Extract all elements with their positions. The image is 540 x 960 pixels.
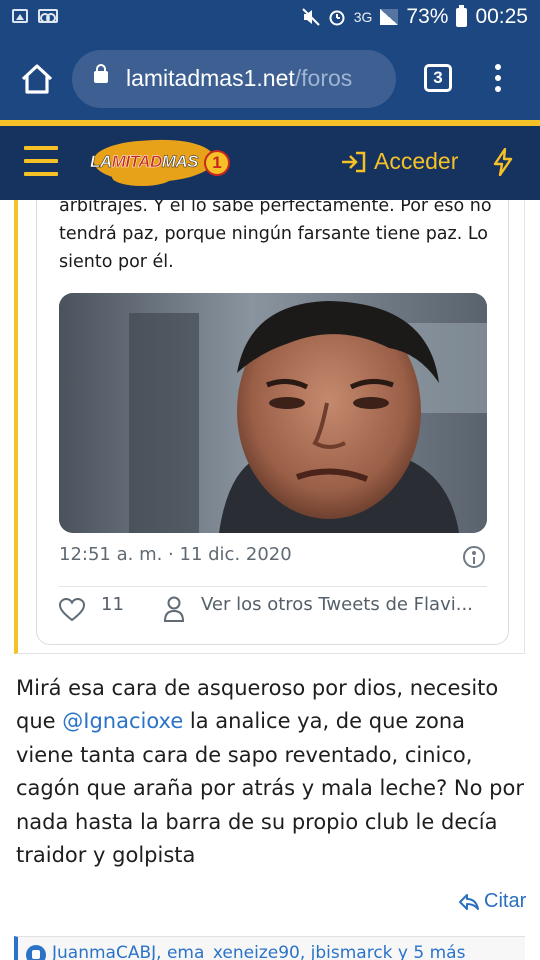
alarm-icon bbox=[329, 10, 345, 26]
browser-toolbar: lamitadmas1.net/foros 3 bbox=[0, 38, 540, 120]
battery-icon bbox=[456, 4, 468, 27]
status-bar: 3G 73% 00:25 bbox=[0, 0, 540, 38]
whats-new-bolt-icon[interactable] bbox=[492, 148, 514, 176]
tweet-embed[interactable]: arbitrajes. Y él lo sabe perfectamente. … bbox=[36, 200, 509, 645]
post-body: Mirá esa cara de asqueroso por dios, nec… bbox=[16, 676, 524, 868]
voicemail-icon bbox=[38, 9, 58, 23]
like-reaction-icon bbox=[26, 945, 46, 960]
tab-switcher-button[interactable]: 3 bbox=[424, 64, 452, 92]
info-icon[interactable] bbox=[463, 546, 485, 568]
tweet-text: arbitrajes. Y él lo sabe perfectamente. … bbox=[59, 200, 492, 272]
login-link[interactable]: Acceder bbox=[340, 148, 458, 175]
reactions-users[interactable]: JuanmaCABJ, ema_xeneize90, jbismarck y 5… bbox=[52, 943, 465, 960]
user-mention-link[interactable]: @Ignacioxe bbox=[62, 709, 183, 733]
address-bar[interactable]: lamitadmas1.net/foros bbox=[72, 50, 396, 108]
heart-icon[interactable] bbox=[59, 598, 85, 622]
signal-icon bbox=[380, 9, 399, 25]
quote-reply-button[interactable]: Citar bbox=[458, 890, 526, 913]
hamburger-menu-icon[interactable] bbox=[24, 146, 58, 176]
reactions-bar[interactable]: JuanmaCABJ, ema_xeneize90, jbismarck y 5… bbox=[14, 936, 525, 960]
quoted-embed: arbitrajes. Y él lo sabe perfectamente. … bbox=[14, 200, 525, 654]
like-count: 11 bbox=[101, 594, 124, 615]
person-icon bbox=[163, 596, 185, 622]
gallery-notification-icon bbox=[12, 9, 28, 23]
home-icon[interactable] bbox=[18, 60, 56, 98]
clock: 00:25 bbox=[475, 5, 528, 28]
sign-in-icon bbox=[342, 151, 366, 172]
site-header: LAMITADMAS 1 Acceder bbox=[0, 126, 540, 200]
overflow-menu-icon[interactable] bbox=[490, 64, 506, 94]
lock-icon bbox=[94, 64, 108, 83]
url-text: lamitadmas1.net/foros bbox=[126, 65, 353, 91]
mute-icon bbox=[302, 8, 320, 26]
reply-arrow-icon bbox=[459, 893, 479, 910]
tweet-divider bbox=[59, 586, 487, 587]
network-type: 3G bbox=[353, 9, 373, 25]
battery-percent: 73% bbox=[406, 5, 449, 28]
tweet-photo[interactable] bbox=[59, 293, 487, 533]
more-tweets-link[interactable]: Ver los otros Tweets de Flavi... bbox=[201, 594, 473, 615]
tweet-timestamp[interactable]: 12:51 a. m. · 11 dic. 2020 bbox=[59, 544, 292, 565]
thread-content: arbitrajes. Y él lo sabe perfectamente. … bbox=[0, 200, 540, 960]
site-logo[interactable]: LAMITADMAS 1 bbox=[88, 135, 230, 188]
